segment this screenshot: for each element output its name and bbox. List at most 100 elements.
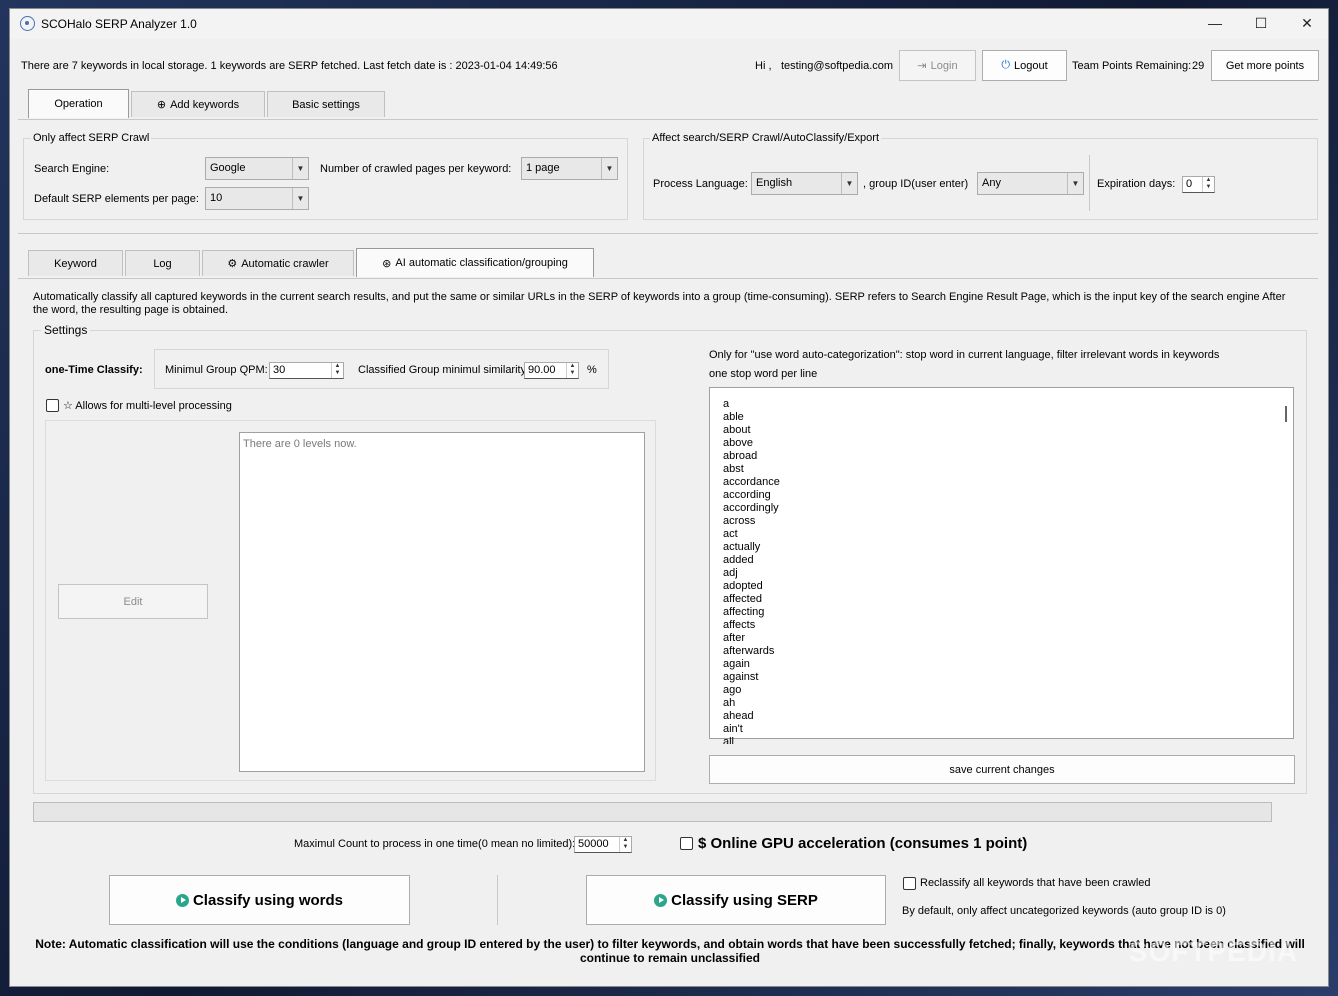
process-language-value: English [756,177,793,189]
scrollbar-thumb[interactable] [1285,406,1287,422]
chevron-down-icon: ▼ [1067,173,1083,194]
levels-placeholder: There are 0 levels now. [243,438,357,450]
spin-arrows-icon[interactable]: ▲ ▼ [566,363,578,378]
chevron-down-icon: ▼ [292,188,308,209]
login-button[interactable]: ⇥ Login [899,50,976,81]
chevron-down-icon: ▼ [601,158,617,179]
pages-select[interactable]: 1 page ▼ [521,157,618,180]
save-changes-button[interactable]: save current changes [709,755,1295,784]
points-value: 29 [1192,60,1205,72]
description-text: Automatically classify all captured keyw… [33,291,1286,316]
window-title: SCOHalo SERP Analyzer 1.0 [41,17,197,31]
button-divider [497,875,498,925]
max-count-label: Maximul Count to process in one time(0 m… [294,838,576,850]
app-window: SCOHalo SERP Analyzer 1.0 — ☐ ✕ There ar… [9,8,1329,987]
footer-note: Note: Automatic classification will use … [35,937,1305,965]
tab-ai-classification[interactable]: ⊛ AI automatic classification/grouping [356,248,594,277]
minimize-button[interactable]: — [1192,9,1238,39]
tab-basic-settings[interactable]: Basic settings [267,91,385,117]
similarity-label: Classified Group minimul similarity [358,364,527,376]
points-label: Team Points Remaining: [1072,60,1192,72]
gpu-checkbox[interactable] [680,837,693,850]
pages-value: 1 page [526,162,560,174]
max-count-input[interactable]: 50000 ▲ ▼ [574,836,632,853]
tab-automatic-crawler[interactable]: ⚙ Automatic crawler [202,250,354,276]
serp-crawl-legend: Only affect SERP Crawl [31,132,152,144]
affect-legend: Affect search/SERP Crawl/AutoClassify/Ex… [650,132,882,144]
process-language-label: Process Language: [653,178,748,190]
one-time-label: one-Time Classify: [45,364,143,376]
group-id-label: , group ID(user enter) [863,178,969,190]
logout-button[interactable]: ⏻ Logout [982,50,1067,81]
default-note: By default, only affect uncategorized ke… [902,905,1226,917]
softpedia-watermark: SOFTPEDIA [1128,936,1298,967]
spin-arrows-icon[interactable]: ▲ ▼ [331,363,343,378]
group-id-select[interactable]: Any ▼ [977,172,1084,195]
stop-words-text: a able about above abroad abst accordanc… [723,398,780,744]
spin-arrows-icon[interactable]: ▲ ▼ [1202,177,1214,192]
title-bar: SCOHalo SERP Analyzer 1.0 — ☐ ✕ [10,9,1328,39]
similarity-input[interactable]: 90.00 ▲ ▼ [524,362,579,379]
login-label: Login [930,59,958,72]
stop-word-note: Only for "use word auto-categorization":… [709,349,1220,361]
edit-button[interactable]: Edit [58,584,208,619]
similarity-value: 90.00 [528,364,556,376]
section-divider [18,233,1318,234]
reclassify-checkbox[interactable] [903,877,916,890]
qpm-input[interactable]: 30 ▲ ▼ [269,362,344,379]
tab-log[interactable]: Log [125,250,200,276]
expiration-label: Expiration days: [1097,178,1176,190]
classify-serp-button[interactable]: Classify using SERP [586,875,886,925]
tab-operation[interactable]: Operation [28,89,129,118]
maximize-button[interactable]: ☐ [1238,9,1284,39]
classify-words-label: Classify using words [192,891,344,909]
user-email: testing@softpedia.com [781,60,894,72]
search-engine-value: Google [210,162,246,174]
login-icon: ⇥ [917,60,927,72]
elements-value: 10 [210,192,223,204]
search-engine-select[interactable]: Google ▼ [205,157,309,180]
expiration-input[interactable]: 0 ▲ ▼ [1182,176,1215,193]
ai-icon: ⊛ [382,257,392,270]
chevron-down-icon: ▼ [841,173,857,194]
multi-level-label: ☆ Allows for multi-level processing [63,400,232,412]
tab-add-keywords[interactable]: ⊕ Add keywords [131,91,265,117]
play-icon [175,893,189,907]
levels-textarea[interactable]: There are 0 levels now. [239,432,645,772]
greeting: Hi , [755,60,772,72]
stop-word-note-2: one stop word per line [709,368,818,380]
pages-label: Number of crawled pages per keyword: [320,163,512,175]
elements-label: Default SERP elements per page: [34,193,199,205]
elements-select[interactable]: 10 ▼ [205,187,309,210]
tab-automatic-crawler-label: Automatic crawler [241,257,329,270]
process-language-select[interactable]: English ▼ [751,172,858,195]
group-id-value: Any [982,177,1001,189]
reclassify-label: Reclassify all keywords that have been c… [920,877,1151,889]
tab-add-keywords-label: Add keywords [170,98,240,111]
spin-arrows-icon[interactable]: ▲ ▼ [619,837,631,852]
close-button[interactable]: ✕ [1284,9,1330,39]
tab-divider [18,119,1318,120]
add-circle-icon: ⊕ [156,99,167,111]
similarity-unit: % [587,364,597,376]
chevron-down-icon: ▼ [292,158,308,179]
qpm-value: 30 [273,364,286,376]
vertical-divider [1089,155,1090,211]
settings-legend: Settings [41,323,91,337]
logout-label: Logout [1014,59,1048,72]
storage-info: There are 7 keywords in local storage. 1… [21,60,558,72]
tab-keyword[interactable]: Keyword [28,250,123,276]
play-icon [654,893,668,907]
search-engine-label: Search Engine: [34,163,110,175]
app-logo-icon [20,16,35,31]
gpu-label: $ Online GPU acceleration (consumes 1 po… [698,835,1028,852]
expiration-value: 0 [1186,178,1193,190]
multi-level-checkbox[interactable] [46,399,59,412]
gear-icon: ⚙ [227,258,238,270]
power-icon: ⏻ [1001,59,1011,71]
get-points-button[interactable]: Get more points [1211,50,1319,81]
classify-serp-label: Classify using SERP [671,891,818,909]
subtab-divider [18,278,1318,279]
classify-words-button[interactable]: Classify using words [109,875,410,925]
max-count-value: 50000 [578,838,609,850]
